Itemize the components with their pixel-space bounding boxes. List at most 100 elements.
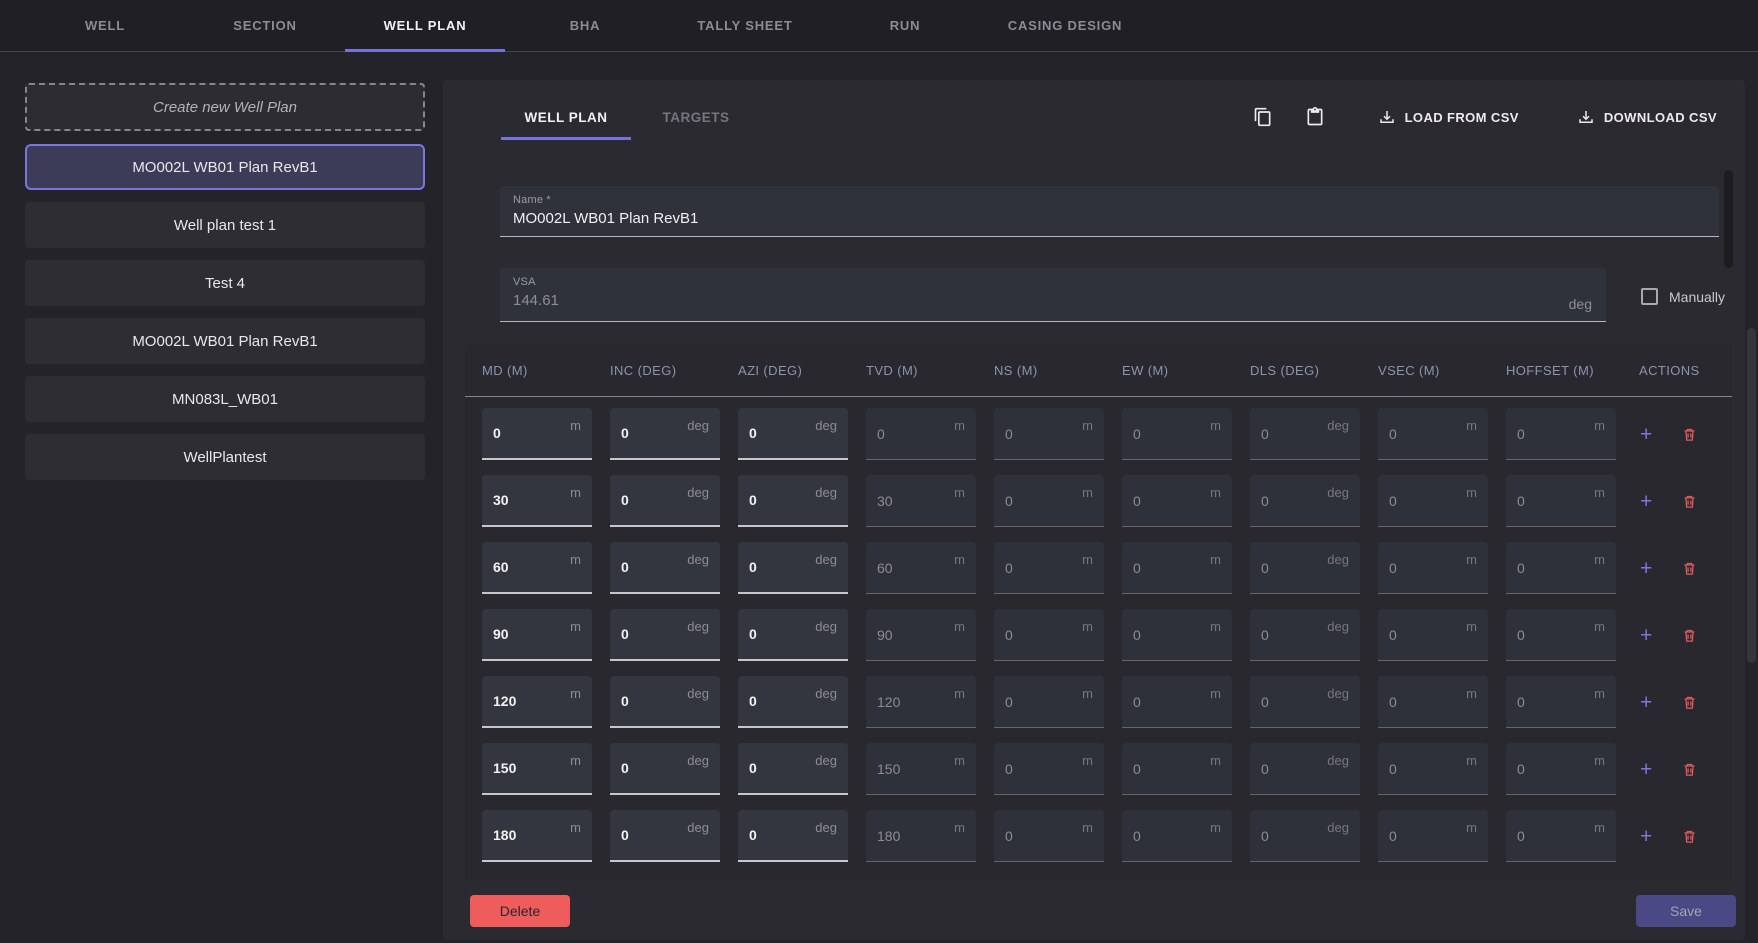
md-input[interactable] xyxy=(482,626,544,642)
md-input[interactable] xyxy=(482,559,544,575)
save-button[interactable]: Save xyxy=(1636,895,1736,927)
nav-tab-run[interactable]: RUN xyxy=(825,0,985,51)
vsa-field-unit: deg xyxy=(1569,296,1592,312)
add-row-icon[interactable]: + xyxy=(1640,826,1652,847)
well-plan-item-test-4[interactable]: Test 4 xyxy=(25,260,425,306)
column-header-dls: DLS (DEG) xyxy=(1250,363,1378,378)
column-header-tvd: TVD (M) xyxy=(866,363,994,378)
column-header-azi: AZI (DEG) xyxy=(738,363,866,378)
unit-label: m xyxy=(1210,552,1221,567)
well-plan-item-mn083l-wb01[interactable]: MN083L_WB01 xyxy=(25,376,425,422)
unit-label: m xyxy=(1210,686,1221,701)
table-cell-md[interactable]: m xyxy=(482,542,592,594)
delete-row-icon[interactable] xyxy=(1681,627,1698,644)
unit-label: m xyxy=(570,686,581,701)
delete-row-icon[interactable] xyxy=(1681,493,1698,510)
table-cell-azi[interactable]: deg xyxy=(738,542,848,594)
azi-input[interactable] xyxy=(738,760,800,776)
delete-row-icon[interactable] xyxy=(1681,694,1698,711)
nav-tab-casing-design[interactable]: CASING DESIGN xyxy=(985,0,1145,51)
md-input[interactable] xyxy=(482,693,544,709)
nav-tab-section[interactable]: SECTION xyxy=(185,0,345,51)
table-cell-ew: m xyxy=(1122,542,1232,594)
name-field[interactable]: Name * MO002L WB01 Plan RevB1 xyxy=(500,186,1719,237)
delete-row-icon[interactable] xyxy=(1681,426,1698,443)
manually-checkbox[interactable]: Manually xyxy=(1641,288,1725,305)
md-input[interactable] xyxy=(482,760,544,776)
tvd-input xyxy=(866,627,928,643)
table-cell-inc[interactable]: deg xyxy=(610,676,720,728)
table-cell-md[interactable]: m xyxy=(482,475,592,527)
table-cell-inc[interactable]: deg xyxy=(610,609,720,661)
inc-input[interactable] xyxy=(610,693,672,709)
md-input[interactable] xyxy=(482,425,544,441)
unit-label: deg xyxy=(1327,619,1349,634)
table-cell-inc[interactable]: deg xyxy=(610,743,720,795)
unit-label: m xyxy=(570,619,581,634)
delete-row-icon[interactable] xyxy=(1681,560,1698,577)
delete-button[interactable]: Delete xyxy=(470,895,570,927)
md-input[interactable] xyxy=(482,827,544,843)
add-row-icon[interactable]: + xyxy=(1640,692,1652,713)
panel-tab-well-plan[interactable]: WELL PLAN xyxy=(501,95,631,140)
inc-input[interactable] xyxy=(610,559,672,575)
well-plan-item-mo002l-wb01-plan-revb1[interactable]: MO002L WB01 Plan RevB1 xyxy=(25,318,425,364)
table-cell-azi[interactable]: deg xyxy=(738,475,848,527)
table-cell-azi[interactable]: deg xyxy=(738,810,848,862)
azi-input[interactable] xyxy=(738,425,800,441)
well-plan-item-wellplantest[interactable]: WellPlantest xyxy=(25,434,425,480)
well-plan-item-well-plan-test-1[interactable]: Well plan test 1 xyxy=(25,202,425,248)
checkbox-icon[interactable] xyxy=(1641,288,1658,305)
md-input[interactable] xyxy=(482,492,544,508)
azi-input[interactable] xyxy=(738,693,800,709)
inc-input[interactable] xyxy=(610,425,672,441)
well-plan-table: MD (M)INC (DEG)AZI (DEG)TVD (M)NS (M)EW … xyxy=(465,345,1732,880)
inc-input[interactable] xyxy=(610,827,672,843)
download-csv-button[interactable]: DOWNLOAD CSV xyxy=(1577,108,1717,126)
inc-input[interactable] xyxy=(610,760,672,776)
inc-input[interactable] xyxy=(610,492,672,508)
azi-input[interactable] xyxy=(738,492,800,508)
table-row: mdegdegmmmdegmm+ xyxy=(482,676,1732,743)
table-cell-inc[interactable]: deg xyxy=(610,475,720,527)
table-cell-inc[interactable]: deg xyxy=(610,810,720,862)
table-cell-azi[interactable]: deg xyxy=(738,408,848,460)
tvd-input xyxy=(866,761,928,777)
nav-tab-well[interactable]: WELL xyxy=(25,0,185,51)
nav-tab-tally-sheet[interactable]: TALLY SHEET xyxy=(665,0,825,51)
delete-row-icon[interactable] xyxy=(1681,761,1698,778)
window-scrollbar-thumb[interactable] xyxy=(1747,328,1756,663)
nav-tab-bha[interactable]: BHA xyxy=(505,0,665,51)
paste-icon[interactable] xyxy=(1304,106,1326,128)
azi-input[interactable] xyxy=(738,559,800,575)
panel-tab-targets[interactable]: TARGETS xyxy=(631,95,761,140)
window-scrollbar-track[interactable] xyxy=(1745,53,1758,943)
table-cell-inc[interactable]: deg xyxy=(610,408,720,460)
table-cell-inc[interactable]: deg xyxy=(610,542,720,594)
delete-row-icon[interactable] xyxy=(1681,828,1698,845)
table-cell-md[interactable]: m xyxy=(482,743,592,795)
load-from-csv-button[interactable]: LOAD FROM CSV xyxy=(1378,108,1519,126)
copy-icon[interactable] xyxy=(1252,106,1274,128)
azi-input[interactable] xyxy=(738,827,800,843)
add-row-icon[interactable]: + xyxy=(1640,491,1652,512)
table-cell-azi[interactable]: deg xyxy=(738,676,848,728)
add-row-icon[interactable]: + xyxy=(1640,759,1652,780)
table-cell-md[interactable]: m xyxy=(482,408,592,460)
nav-tab-well-plan[interactable]: WELL PLAN xyxy=(345,0,505,51)
form-scrollbar-thumb[interactable] xyxy=(1724,170,1733,268)
add-row-icon[interactable]: + xyxy=(1640,424,1652,445)
create-new-well-plan-button[interactable]: Create new Well Plan xyxy=(25,83,425,131)
add-row-icon[interactable]: + xyxy=(1640,625,1652,646)
table-cell-md[interactable]: m xyxy=(482,609,592,661)
table-cell-md[interactable]: m xyxy=(482,676,592,728)
well-plan-item-mo002l-wb01-plan-revb1[interactable]: MO002L WB01 Plan RevB1 xyxy=(25,144,425,190)
azi-input[interactable] xyxy=(738,626,800,642)
inc-input[interactable] xyxy=(610,626,672,642)
table-cell-azi[interactable]: deg xyxy=(738,743,848,795)
table-cell-actions: + xyxy=(1634,810,1698,862)
add-row-icon[interactable]: + xyxy=(1640,558,1652,579)
ns-input xyxy=(994,627,1056,643)
table-cell-azi[interactable]: deg xyxy=(738,609,848,661)
table-cell-md[interactable]: m xyxy=(482,810,592,862)
